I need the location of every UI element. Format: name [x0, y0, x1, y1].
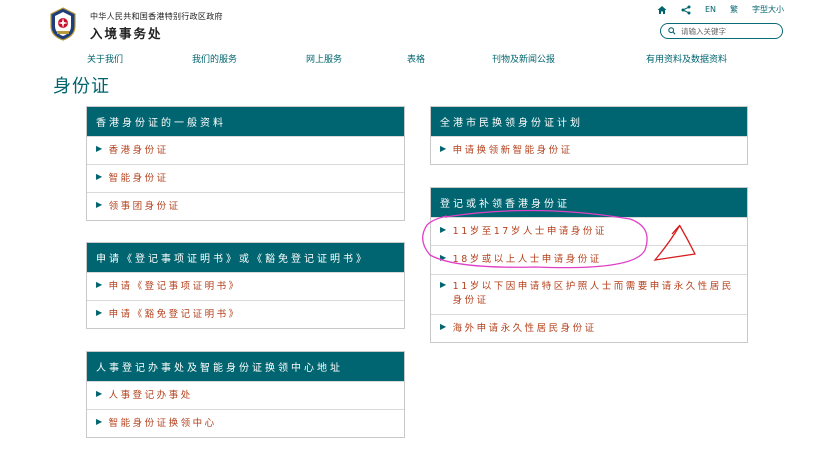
panel-header: 全港市民换领身份证计划 — [431, 107, 747, 136]
link-registration-office[interactable]: ▶ 人事登记办事处 — [87, 381, 404, 409]
link-apply-overseas-permanent[interactable]: ▶ 海外申请永久性居民身份证 — [431, 314, 747, 342]
nav-online-services[interactable]: 网上服务 — [306, 52, 342, 65]
link-smart-id-centre[interactable]: ▶ 智能身份证换领中心 — [87, 409, 404, 437]
link-apply-new-smart-id[interactable]: ▶ 申请换领新智能身份证 — [431, 136, 747, 164]
government-name: 中华人民共和国香港特别行政区政府 — [90, 12, 223, 21]
link-apply-under-11-passport[interactable]: ▶ 11岁以下因申请特区护照人士而需要申请永久性居民身份证 — [431, 274, 747, 314]
link-apply-18-above[interactable]: ▶ 18岁或以上人士申请身份证 — [431, 245, 747, 274]
nav-forms[interactable]: 表格 — [407, 52, 425, 65]
nav-our-services[interactable]: 我们的服务 — [192, 52, 237, 65]
hkid-emblem-icon — [50, 7, 76, 41]
link-apply-exemption-cert[interactable]: ▶ 申请《豁免登记证明书》 — [87, 300, 404, 328]
department-name: 入境事务处 — [90, 26, 163, 41]
utility-bar: EN 繁 字型大小 — [657, 4, 784, 15]
nav-about-us[interactable]: 关于我们 — [87, 52, 123, 65]
triangle-icon: ▶ — [96, 308, 105, 317]
page-title: 身份证 — [53, 76, 110, 97]
search-box[interactable] — [660, 23, 783, 39]
panel-header: 登记或补领香港身份证 — [431, 188, 747, 217]
lang-en-link[interactable]: EN — [705, 5, 716, 14]
link-apply-registration-cert[interactable]: ▶ 申请《登记事项证明书》 — [87, 272, 404, 300]
triangle-icon: ▶ — [440, 280, 449, 289]
nav-useful-info[interactable]: 有用资料及数据资料 — [646, 52, 727, 65]
nav-publications-press[interactable]: 刊物及新闻公报 — [492, 52, 555, 65]
search-icon[interactable] — [668, 27, 676, 35]
triangle-icon: ▶ — [96, 200, 105, 209]
lang-traditional-link[interactable]: 繁 — [730, 4, 738, 15]
triangle-icon: ▶ — [96, 144, 105, 153]
link-apply-11-17[interactable]: ▶ 11岁至17岁人士申请身份证 — [431, 217, 747, 245]
triangle-icon: ▶ — [440, 225, 449, 234]
link-consular-id-card[interactable]: ▶ 领事团身份证 — [87, 192, 404, 220]
triangle-icon: ▶ — [96, 389, 105, 398]
triangle-icon: ▶ — [96, 417, 105, 426]
share-icon[interactable] — [681, 5, 691, 15]
search-input[interactable] — [681, 26, 771, 36]
link-hkid-card[interactable]: ▶ 香港身份证 — [87, 136, 404, 164]
triangle-icon: ▶ — [440, 253, 449, 262]
panel-header: 香港身份证的一般资料 — [87, 107, 404, 136]
panel-header: 人事登记办事处及智能身份证换领中心地址 — [87, 352, 404, 381]
panel-id-replacement: 全港市民换领身份证计划 ▶ 申请换领新智能身份证 — [430, 106, 748, 165]
home-icon[interactable] — [657, 5, 667, 15]
link-smart-id-card[interactable]: ▶ 智能身份证 — [87, 164, 404, 192]
triangle-icon: ▶ — [440, 322, 449, 331]
font-size-link[interactable]: 字型大小 — [752, 4, 784, 15]
panel-general-info: 香港身份证的一般资料 ▶ 香港身份证 ▶ 智能身份证 ▶ 领事团身份证 — [86, 106, 405, 221]
triangle-icon: ▶ — [96, 280, 105, 289]
panel-header: 申请《登记事项证明书》或《豁免登记证明书》 — [87, 243, 404, 272]
triangle-icon: ▶ — [440, 144, 449, 153]
triangle-icon: ▶ — [96, 172, 105, 181]
panel-office-addresses: 人事登记办事处及智能身份证换领中心地址 ▶ 人事登记办事处 ▶ 智能身份证换领中心 — [86, 351, 405, 438]
main-nav: 关于我们 我们的服务 网上服务 表格 刊物及新闻公报 有用资料及数据资料 — [0, 52, 832, 66]
panel-register-replace-hkid: 登记或补领香港身份证 ▶ 11岁至17岁人士申请身份证 ▶ 18岁或以上人士申请身份… — [430, 187, 748, 343]
panel-apply-certificates: 申请《登记事项证明书》或《豁免登记证明书》 ▶ 申请《登记事项证明书》 ▶ 申请《豁… — [86, 242, 405, 329]
